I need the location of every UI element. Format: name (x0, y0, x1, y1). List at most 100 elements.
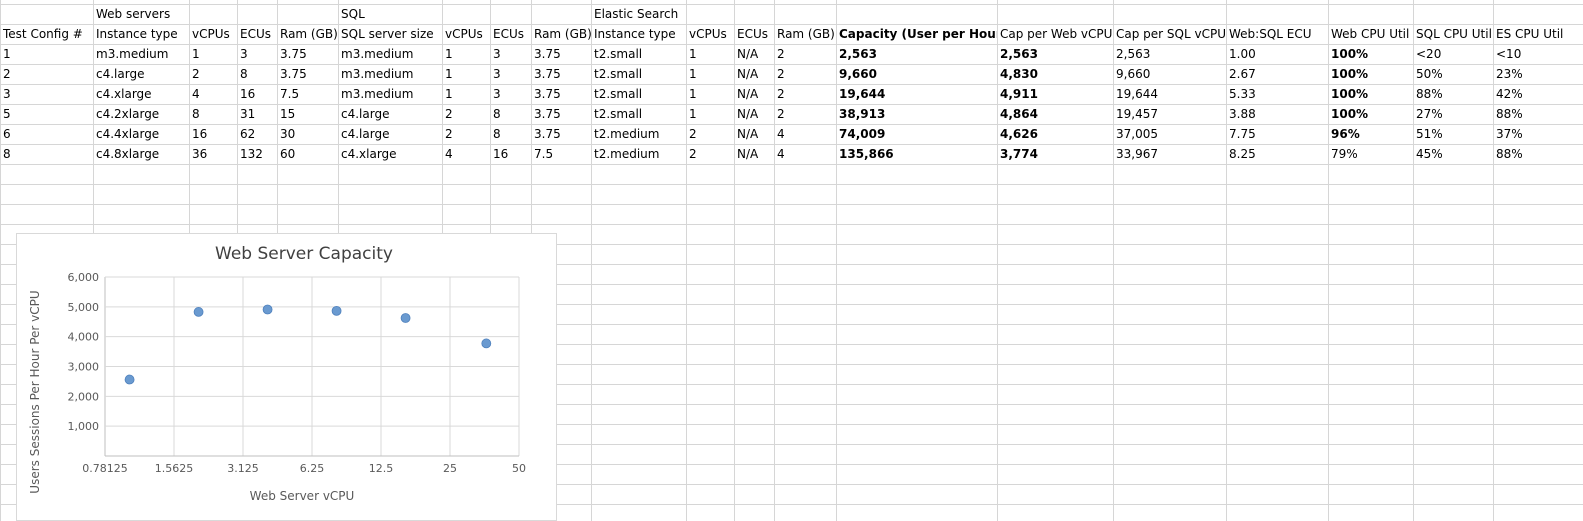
table-cell[interactable]: 33,967 (1113, 144, 1226, 164)
table-cell[interactable]: 45% (1413, 144, 1493, 164)
column-header[interactable]: Instance type (93, 24, 189, 44)
table-cell[interactable]: 3 (490, 84, 531, 104)
table-cell[interactable]: 7.75 (1226, 124, 1328, 144)
column-header[interactable]: vCPUs (686, 24, 734, 44)
table-cell[interactable]: N/A (734, 64, 774, 84)
column-header[interactable]: vCPUs (442, 24, 490, 44)
table-cell[interactable]: 3 (490, 64, 531, 84)
column-header[interactable]: Web CPU Util (1328, 24, 1413, 44)
column-header[interactable]: Ram (GB) (277, 24, 338, 44)
table-cell[interactable]: t2.small (591, 104, 686, 124)
column-header[interactable]: Ram (GB) (774, 24, 836, 44)
table-cell[interactable]: 1 (686, 84, 734, 104)
table-cell[interactable]: 16 (490, 144, 531, 164)
table-cell[interactable]: 88% (1493, 144, 1583, 164)
table-cell[interactable]: 3.75 (277, 64, 338, 84)
column-header[interactable]: Test Config # (0, 24, 93, 44)
table-cell[interactable]: 2.67 (1226, 64, 1328, 84)
table-cell[interactable]: 1 (686, 104, 734, 124)
table-cell[interactable]: 50% (1413, 64, 1493, 84)
table-cell[interactable]: 74,009 (836, 124, 997, 144)
table-cell[interactable]: 3,774 (997, 144, 1113, 164)
table-cell[interactable]: 1 (686, 64, 734, 84)
table-cell[interactable]: c4.large (93, 64, 189, 84)
table-cell[interactable]: m3.medium (338, 44, 442, 64)
table-cell[interactable]: 6 (0, 124, 93, 144)
table-cell[interactable]: 9,660 (836, 64, 997, 84)
table-cell[interactable]: 4,830 (997, 64, 1113, 84)
column-header[interactable]: Cap per SQL vCPU (1113, 24, 1226, 44)
table-cell[interactable]: 62 (237, 124, 277, 144)
table-cell[interactable]: 3.75 (531, 84, 591, 104)
table-cell[interactable]: N/A (734, 124, 774, 144)
table-cell[interactable]: 3.75 (531, 104, 591, 124)
table-cell[interactable]: t2.medium (591, 144, 686, 164)
column-header[interactable]: SQL server size (338, 24, 442, 44)
table-cell[interactable]: m3.medium (338, 64, 442, 84)
table-cell[interactable]: 5.33 (1226, 84, 1328, 104)
column-header[interactable]: Cap per Web vCPU (997, 24, 1113, 44)
table-cell[interactable]: 1 (686, 44, 734, 64)
table-cell[interactable]: N/A (734, 84, 774, 104)
table-cell[interactable]: 8 (490, 124, 531, 144)
table-cell[interactable]: <10 (1493, 44, 1583, 64)
table-cell[interactable]: 88% (1493, 104, 1583, 124)
table-cell[interactable]: 2,563 (1113, 44, 1226, 64)
column-header[interactable]: ECUs (237, 24, 277, 44)
table-cell[interactable]: 8 (189, 104, 237, 124)
table-cell[interactable]: 1 (442, 64, 490, 84)
table-cell[interactable]: 3.88 (1226, 104, 1328, 124)
table-cell[interactable]: 3.75 (277, 44, 338, 64)
table-cell[interactable]: 1 (189, 44, 237, 64)
table-cell[interactable]: 7.5 (277, 84, 338, 104)
table-cell[interactable]: N/A (734, 44, 774, 64)
table-cell[interactable]: 5 (0, 104, 93, 124)
table-cell[interactable]: 4 (442, 144, 490, 164)
table-cell[interactable]: c4.large (338, 124, 442, 144)
table-cell[interactable]: 3 (490, 44, 531, 64)
table-cell[interactable]: <20 (1413, 44, 1493, 64)
column-header[interactable]: ES CPU Util (1493, 24, 1583, 44)
table-cell[interactable]: 16 (189, 124, 237, 144)
table-cell[interactable]: m3.medium (93, 44, 189, 64)
table-cell[interactable]: 2 (774, 104, 836, 124)
table-cell[interactable]: 3 (237, 44, 277, 64)
table-cell[interactable]: 15 (277, 104, 338, 124)
table-cell[interactable]: 3.75 (531, 64, 591, 84)
table-cell[interactable]: m3.medium (338, 84, 442, 104)
table-cell[interactable]: 2 (774, 44, 836, 64)
table-cell[interactable]: 7.5 (531, 144, 591, 164)
table-cell[interactable]: 37,005 (1113, 124, 1226, 144)
table-cell[interactable]: c4.xlarge (93, 84, 189, 104)
table-cell[interactable]: 4,864 (997, 104, 1113, 124)
table-cell[interactable]: 3 (0, 84, 93, 104)
table-cell[interactable]: 8.25 (1226, 144, 1328, 164)
column-header[interactable]: Ram (GB) (531, 24, 591, 44)
table-cell[interactable]: 37% (1493, 124, 1583, 144)
table-cell[interactable]: c4.2xlarge (93, 104, 189, 124)
column-header[interactable]: Web:SQL ECU (1226, 24, 1328, 44)
table-cell[interactable]: 2,563 (997, 44, 1113, 64)
table-cell[interactable]: 19,644 (836, 84, 997, 104)
table-cell[interactable]: t2.small (591, 44, 686, 64)
chart-object[interactable]: Web Server Capacity Users Sessions Per H… (16, 233, 557, 521)
table-cell[interactable]: 4 (774, 144, 836, 164)
column-header[interactable]: vCPUs (189, 24, 237, 44)
table-cell[interactable]: 8 (490, 104, 531, 124)
table-cell[interactable]: 100% (1328, 44, 1413, 64)
table-cell[interactable]: 2 (774, 64, 836, 84)
column-header[interactable]: Instance type (591, 24, 686, 44)
table-cell[interactable]: N/A (734, 144, 774, 164)
table-cell[interactable]: N/A (734, 104, 774, 124)
column-header[interactable]: SQL CPU Util (1413, 24, 1493, 44)
table-cell[interactable]: 19,644 (1113, 84, 1226, 104)
table-cell[interactable]: 4 (774, 124, 836, 144)
group-header[interactable]: Elastic Search (591, 4, 791, 24)
table-cell[interactable]: 1.00 (1226, 44, 1328, 64)
table-cell[interactable]: 2 (0, 64, 93, 84)
column-header[interactable]: Capacity (User per Hour) (836, 24, 997, 44)
table-cell[interactable]: c4.large (338, 104, 442, 124)
table-cell[interactable]: 4,911 (997, 84, 1113, 104)
table-cell[interactable]: 2 (189, 64, 237, 84)
table-cell[interactable]: t2.small (591, 64, 686, 84)
